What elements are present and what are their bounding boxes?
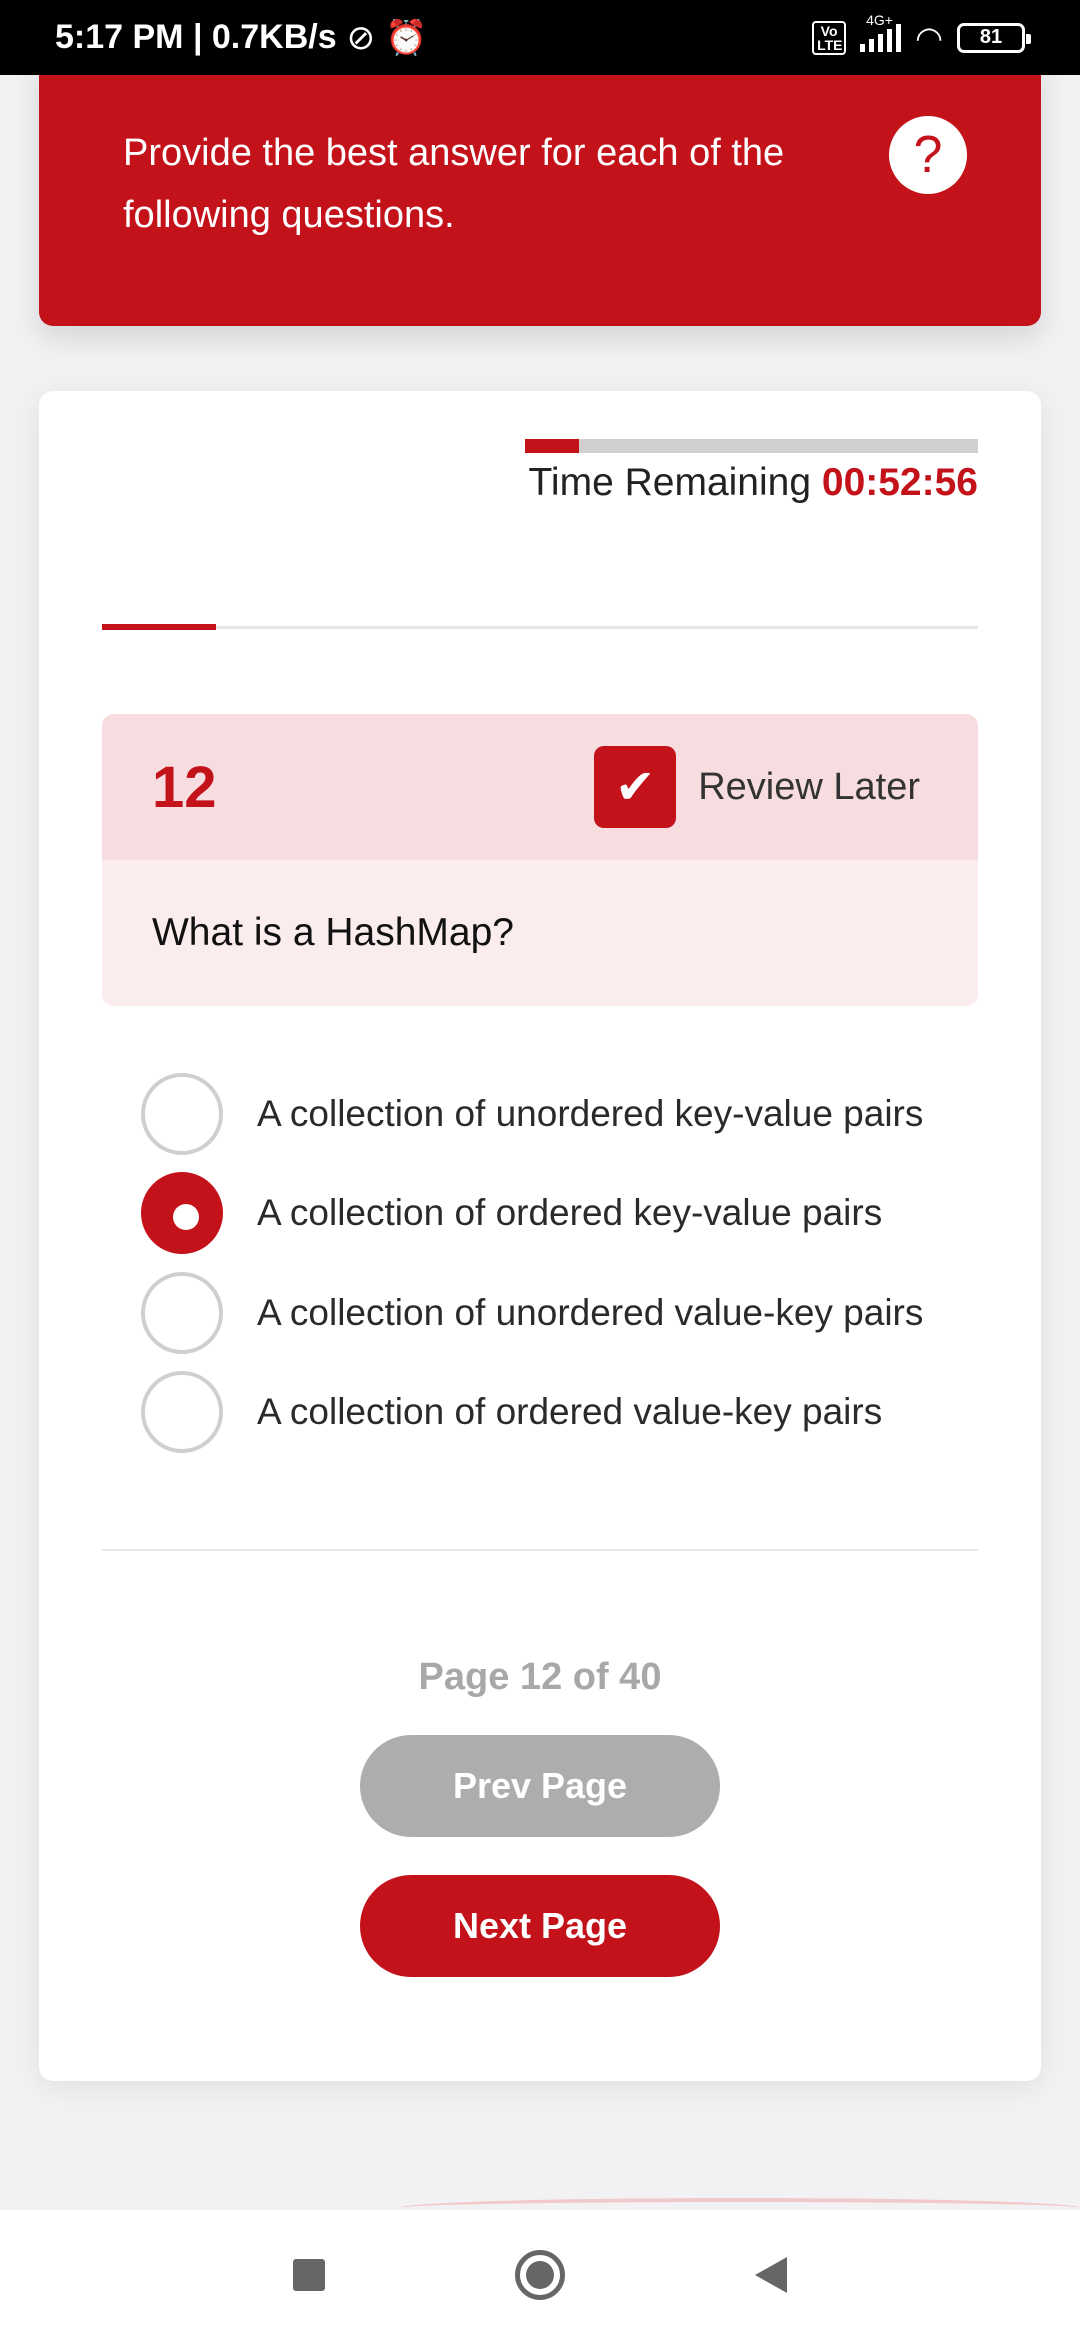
question-progress-fill [102,624,216,630]
status-bar: 5:17 PM | 0.7KB/s ⊘ ⏰ Vo LTE 4G+ ◠ 81 [0,0,1080,75]
status-left: 5:17 PM | 0.7KB/s ⊘ ⏰ [55,18,427,58]
answer-options: A collection of unordered key-value pair… [141,1064,981,1462]
question-progress-bar [102,624,978,630]
review-later-checkbox[interactable]: ✔ [594,746,677,828]
answer-option-label: A collection of ordered value-key pairs [257,1391,883,1433]
divider [102,1549,978,1551]
system-navigation-bar [0,2210,1080,2340]
instruction-text: Provide the best answer for each of the … [123,132,785,236]
battery-icon: 81 [957,22,1031,53]
prev-page-button[interactable]: Prev Page [360,1735,720,1837]
network-type: 4G+ [866,11,893,28]
mute-alarm-icon: ⊘ [346,18,376,57]
answer-option-label: A collection of unordered key-value pair… [257,1092,924,1134]
next-page-button[interactable]: Next Page [360,1875,720,1977]
review-later-toggle[interactable]: ✔ Review Later [594,746,920,828]
cell-signal-icon: 4G+ [860,12,902,52]
time-remaining: Time Remaining 00:52:56 [529,461,978,505]
time-remaining-value: 00:52:56 [821,461,978,504]
radio-button[interactable] [141,1072,223,1155]
answer-option[interactable]: A collection of ordered value-key pairs [141,1363,981,1463]
alarm-clock-icon: ⏰ [385,18,428,57]
answer-option[interactable]: A collection of ordered key-value pairs [141,1164,981,1264]
question-number: 12 [152,754,217,820]
review-later-label: Review Later [698,765,920,808]
help-button[interactable]: ? [889,116,967,194]
question-text: What is a HashMap? [152,911,514,954]
wifi-icon: ◠ [915,19,943,56]
radio-button[interactable] [141,1371,223,1454]
status-right: Vo LTE 4G+ ◠ 81 [812,12,1031,57]
home-icon[interactable] [515,2250,565,2300]
quiz-card: Time Remaining 00:52:56 12 ✔ Review Late… [39,391,1041,2081]
volte-icon: Vo LTE [812,20,847,55]
radio-button[interactable] [141,1271,223,1354]
recent-apps-icon[interactable] [293,2259,325,2291]
battery-level: 81 [979,26,1003,48]
question-mark-icon: ? [913,126,943,184]
answer-option[interactable]: A collection of unordered value-key pair… [141,1263,981,1363]
status-time: 5:17 PM | 0.7KB/s [55,18,337,56]
answer-option[interactable]: A collection of unordered key-value pair… [141,1064,981,1164]
timer-progress-bar [525,439,978,453]
answer-option-label: A collection of unordered value-key pair… [257,1291,924,1333]
question-header: 12 ✔ Review Later [102,714,978,860]
page-indicator: Page 12 of 40 [418,1656,662,1698]
instruction-header: Provide the best answer for each of the … [39,60,1041,326]
radio-button[interactable] [141,1172,223,1255]
timer-progress-fill [525,439,580,453]
answer-option-label: A collection of ordered key-value pairs [257,1192,883,1234]
question-box: 12 ✔ Review Later What is a HashMap? [102,714,978,1006]
time-remaining-label: Time Remaining [528,461,812,504]
back-icon[interactable] [755,2257,787,2293]
checkmark-icon: ✔ [615,761,656,814]
